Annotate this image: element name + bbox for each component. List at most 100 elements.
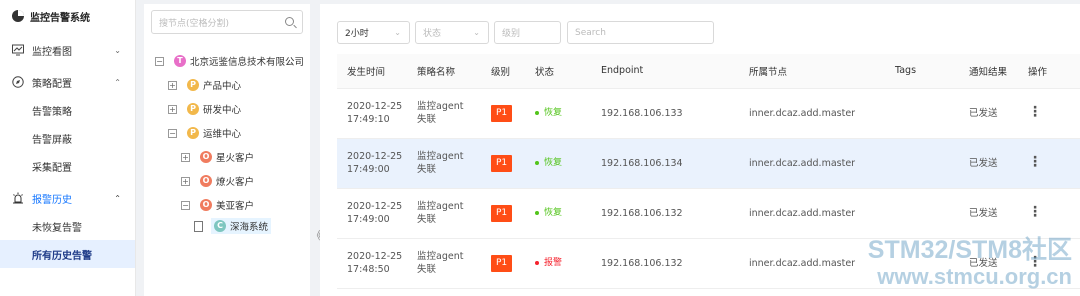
action-cell: ⋮ [1028,188,1080,239]
table-header-row: 发生时间 策略名称 级别 状态 Endpoint 所属节点 Tags 通知结果 … [337,54,1080,89]
policy-name-suffix: 失联 [417,214,437,225]
policy-name-suffix: 失联 [417,114,437,125]
tree-node-label: 运维中心 [203,129,242,140]
sidebar-item-collect-config[interactable]: 采集配置 [0,152,135,180]
tree-node[interactable]: + P 产品中心 [168,76,241,94]
tree-node-label: 产品中心 [203,81,242,92]
menu-group-label: 监控看图 [32,46,72,58]
policy-cell: 监控agent 失联 [417,238,491,289]
expand-icon[interactable]: + [181,152,190,162]
node-type-badge: P [187,103,199,115]
expand-icon[interactable]: + [168,104,177,114]
node-type-badge: O [200,151,212,163]
table-row[interactable]: 2020-12-25 17:49:10 监控agent 失联 P1 恢复 192.1… [337,88,1080,139]
tree-node-leaf[interactable]: C 深海系统 [211,218,272,234]
chevron-down-icon: ⌄ [473,28,480,37]
table-row[interactable]: 2020-12-25 17:49:00 监控agent 失联 P1 恢复 192.1… [337,188,1080,239]
time-text: 17:49:10 [347,114,390,125]
tree-node[interactable]: − O 美亚客户 [181,196,254,214]
tree-node-label: 星火客户 [216,153,255,164]
status-text: 恢复 [544,207,563,218]
level-select[interactable]: 级别 [494,21,561,44]
tags-cell [895,188,969,239]
endpoint-cell: 192.168.106.134 [601,138,749,189]
tree-node-label: 燎火客户 [216,177,255,188]
tree-search-input[interactable]: 搜节点(空格分割) [151,10,303,34]
node-type-badge: O [200,199,212,211]
status-cell: 恢复 [535,138,601,189]
status-text: 恢复 [544,157,563,168]
level-badge: P1 [491,204,513,222]
tree-node-label: 北京远鉴信息技术有限公司 [190,57,305,68]
tree-node[interactable]: + O 燎火客户 [181,172,254,190]
notify-cell: 已发送 [969,88,1028,139]
policy-name-suffix: 失联 [417,164,437,175]
status-dot-icon [535,111,539,116]
tree-node-label: 研发中心 [203,105,242,116]
notify-cell: 已发送 [969,188,1028,239]
status-text: 报警 [544,257,563,268]
status-cell: 恢复 [535,188,601,239]
pie-logo-icon [12,10,24,22]
app-brand[interactable]: 监控告警系统 [0,0,135,32]
tags-cell [895,88,969,139]
endpoint-cell: 192.168.106.133 [601,88,749,139]
more-actions-icon[interactable]: ⋮ [1028,154,1042,170]
notify-cell: 已发送 [969,138,1028,189]
level-cell: P1 [491,188,535,239]
tree-node[interactable]: C 深海系统 [194,217,272,235]
collapse-icon[interactable]: − [181,200,190,210]
collapse-icon[interactable]: − [155,56,164,66]
policy-cell: 监控agent 失联 [417,88,491,139]
level-placeholder: 级别 [502,29,521,39]
node-type-badge: P [187,127,199,139]
menu-group-dashboard[interactable]: 监控看图 ⌄ [0,36,135,64]
tree-node-label: 深海系统 [230,222,269,233]
level-badge: P1 [491,104,513,122]
sidebar-item-alert-mute[interactable]: 告警屏蔽 [0,124,135,152]
tree-node[interactable]: − T 北京远鉴信息技术有限公司 [155,52,304,70]
status-dot-icon [535,211,539,216]
date-text: 2020-12-25 [347,201,403,212]
date-text: 2020-12-25 [347,101,403,112]
tree-node[interactable]: + O 星火客户 [181,148,254,166]
node-type-badge: P [187,79,199,91]
status-dot-icon [535,261,539,266]
action-cell: ⋮ [1028,138,1080,189]
search-placeholder: Search [575,27,606,38]
sidebar-item-alert-policy[interactable]: 告警策略 [0,96,135,124]
file-icon [194,220,203,232]
table-row[interactable]: 2020-12-25 17:49:00 监控agent 失联 P1 恢复 192.1… [337,138,1080,189]
time-range-value: 2小时 [345,29,369,39]
watermark: STM32/STM8社区 www.stmcu.org.cn [868,236,1072,290]
tree-node[interactable]: + P 研发中心 [168,100,241,118]
sidebar-item-unrecovered[interactable]: 未恢复告警 [0,212,135,240]
more-actions-icon[interactable]: ⋮ [1028,104,1042,120]
node-type-badge: O [200,175,212,187]
search-icon[interactable] [285,17,294,26]
menu-group-alarm-history[interactable]: 报警历史 ⌃ [0,184,135,212]
status-select[interactable]: 状态 ⌄ [415,21,489,44]
sidebar-item-all-history[interactable]: 所有历史告警 [0,240,135,268]
expand-icon[interactable]: + [181,176,190,186]
chevron-up-icon: ⌃ [114,193,121,203]
alarm-icon [12,192,24,204]
search-input[interactable]: Search [567,21,714,44]
status-badge: 恢复 [535,157,562,170]
time-range-select[interactable]: 2小时 ⌄ [337,21,410,44]
date-text: 2020-12-25 [347,251,403,262]
column-header: 操作 [1028,54,1080,89]
column-header: 所属节点 [749,54,895,89]
policy-cell: 监控agent 失联 [417,138,491,189]
time-cell: 2020-12-25 17:49:10 [337,88,417,139]
more-actions-icon[interactable]: ⋮ [1028,204,1042,220]
node-cell: inner.dcaz.add.master [749,188,895,239]
collapse-icon[interactable]: − [168,128,177,138]
tags-cell [895,138,969,189]
status-cell: 报警 [535,238,601,289]
expand-icon[interactable]: + [168,80,177,90]
app-title: 监控告警系统 [30,12,90,24]
menu-group-policy[interactable]: 策略配置 ⌃ [0,68,135,96]
tree-node[interactable]: − P 运维中心 [168,124,241,142]
time-text: 17:49:00 [347,214,390,225]
